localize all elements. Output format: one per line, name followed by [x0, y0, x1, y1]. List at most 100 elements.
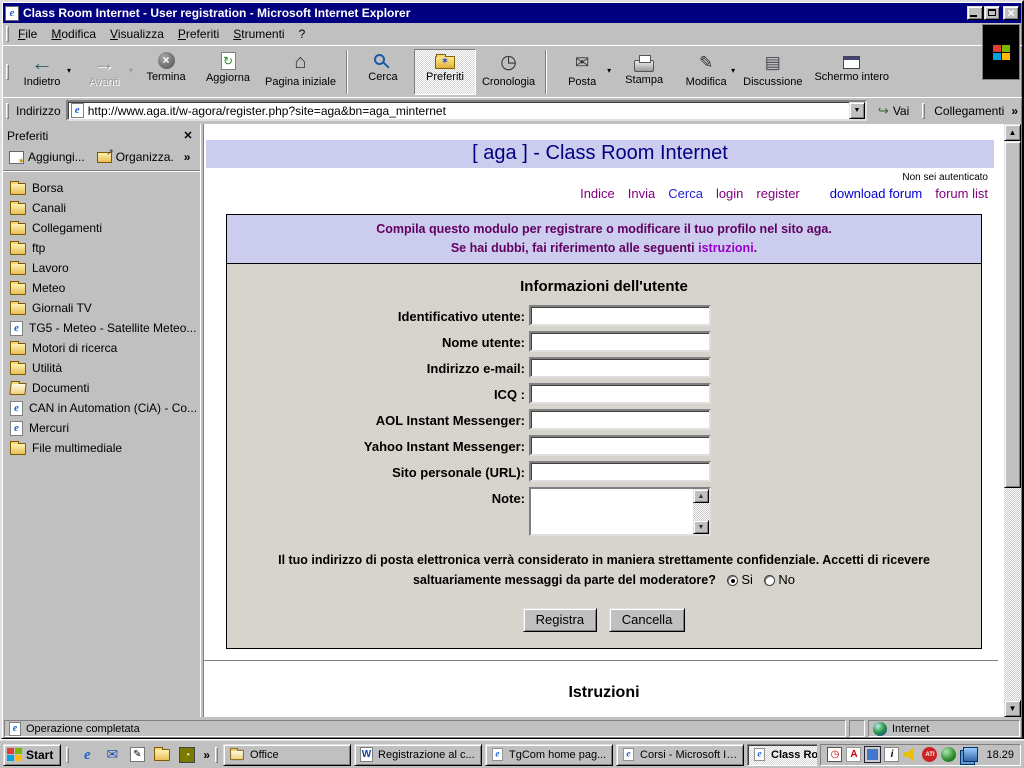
favorite-item-file-multimediale[interactable]: File multimediale [5, 438, 198, 458]
display-icon[interactable] [865, 747, 880, 762]
addressbar-grip[interactable] [6, 103, 9, 119]
textarea-scrollbar[interactable]: ▲ ▼ [693, 489, 709, 534]
menu-item-visualizza[interactable]: Visualizza [103, 24, 171, 44]
favorites-chevron-icon[interactable]: » [184, 150, 191, 164]
favorite-item-motori-di-ricerca[interactable]: Motori di ricerca [5, 338, 198, 358]
favorite-item-canali[interactable]: Canali [5, 198, 198, 218]
taskbar-task-class-room-in[interactable]: eClass Room In... [747, 744, 817, 766]
favorite-item-meteo[interactable]: Meteo [5, 278, 198, 298]
restore-button[interactable] [984, 6, 1000, 20]
links-grip[interactable] [922, 103, 925, 119]
close-button[interactable] [1003, 6, 1019, 20]
toolbar-button-discussione[interactable]: ▤Discussione [737, 49, 808, 95]
menu-item-strumenti[interactable]: Strumenti [226, 24, 291, 44]
registra-button[interactable]: Registra [523, 608, 597, 632]
note-textarea[interactable]: ▲ ▼ [529, 487, 711, 536]
favorite-item-borsa[interactable]: Borsa [5, 178, 198, 198]
nav-link-login[interactable]: login [716, 186, 743, 201]
outlook-express-icon[interactable]: ✉ [102, 745, 122, 765]
tasks-grip[interactable] [215, 747, 218, 763]
scrollbar-thumb[interactable] [1004, 141, 1021, 488]
toolbar-button-posta[interactable]: ✉Posta▾ [551, 49, 613, 95]
ie-icon[interactable]: e [77, 745, 97, 765]
input-aol-instant-messenger[interactable] [529, 409, 711, 430]
taskbar-task-office[interactable]: Office [223, 744, 351, 766]
toolbar-button-aggiorna[interactable]: ↻Aggiorna [197, 49, 259, 95]
address-dropdown-button[interactable]: ▼ [849, 102, 865, 119]
vertical-scrollbar[interactable]: ▲ ▼ [1004, 124, 1021, 717]
nav-link-cerca[interactable]: Cerca [668, 186, 703, 201]
folder-icon[interactable] [152, 745, 172, 765]
input-yahoo-instant-messenger[interactable] [529, 435, 711, 456]
menu-item-help[interactable]: ? [292, 24, 313, 44]
input-icq[interactable] [529, 383, 711, 404]
address-input[interactable]: e http://www.aga.it/w-agora/register.php… [66, 100, 867, 121]
toolbar-button-pagina-iniziale[interactable]: ⌂Pagina iniziale [259, 49, 342, 95]
input-indirizzo-e-mail[interactable] [529, 357, 711, 378]
pointer-icon[interactable]: i [884, 747, 899, 762]
acrobat-icon[interactable]: A [846, 747, 861, 762]
links-toolbar-label[interactable]: Collegamenti [932, 104, 1006, 118]
taskbar-grip[interactable] [66, 747, 69, 763]
favorites-close-button[interactable]: ✕ [180, 129, 196, 144]
menubar-grip[interactable] [6, 26, 9, 42]
volume-icon[interactable] [903, 747, 918, 762]
nav-link-register[interactable]: register [756, 186, 799, 201]
taskbar-task-registrazione-al-c[interactable]: WRegistrazione al c... [354, 744, 482, 766]
nav-link-forum-list[interactable]: forum list [935, 186, 988, 201]
toolbar-button-stampa[interactable]: Stampa [613, 49, 675, 95]
add-favorite-button[interactable]: Aggiungi... [7, 148, 87, 166]
links-chevron-icon[interactable]: » [1011, 104, 1018, 118]
dropdown-arrow-icon[interactable]: ▾ [129, 66, 133, 75]
scroll-down-icon[interactable]: ▼ [1004, 700, 1021, 717]
scroll-up-icon[interactable]: ▲ [1004, 124, 1021, 141]
toolbar-button-cronologia[interactable]: ◷Cronologia [476, 49, 541, 95]
favorite-item-lavoro[interactable]: Lavoro [5, 258, 198, 278]
task-scheduler-icon[interactable]: ◷ [827, 747, 842, 762]
toolbar-button-cerca[interactable]: Cerca [352, 49, 414, 95]
organize-favorites-button[interactable]: Organizza. [95, 148, 176, 166]
radio-si[interactable] [727, 575, 738, 586]
nav-link-invia[interactable]: Invia [628, 186, 655, 201]
istruzioni-link[interactable]: istruzioni [698, 241, 754, 255]
input-nome-utente[interactable] [529, 331, 711, 352]
nav-link-download-forum[interactable]: download forum [830, 186, 923, 201]
favorite-item-ftp[interactable]: ftp [5, 238, 198, 258]
ati-icon[interactable]: ATI [922, 747, 937, 762]
start-button[interactable]: Start [3, 744, 61, 766]
dropdown-arrow-icon[interactable]: ▾ [607, 66, 611, 75]
favorite-item-documenti[interactable]: Documenti [5, 378, 198, 398]
menu-item-file[interactable]: File [11, 24, 44, 44]
dropdown-arrow-icon[interactable]: ▾ [731, 66, 735, 75]
go-button[interactable]: ↪ Vai [872, 101, 915, 121]
taskbar-task-tgcom-home-pag[interactable]: eTgCom home pag... [485, 744, 613, 766]
input-sito-personale-url[interactable] [529, 461, 711, 482]
globe-icon[interactable] [941, 747, 956, 762]
favorite-item-mercuri[interactable]: eMercuri [5, 418, 198, 438]
quick-launch-chevron-icon[interactable]: » [203, 748, 210, 762]
channels-icon[interactable]: ◔ [177, 745, 197, 765]
minimize-button[interactable] [967, 6, 983, 20]
taskbar-task-corsi-microsoft-in[interactable]: eCorsi - Microsoft In... [616, 744, 744, 766]
toolbar-button-avanti[interactable]: →Avanti▾ [73, 49, 135, 95]
favorite-item-giornali-tv[interactable]: Giornali TV [5, 298, 198, 318]
toolbar-button-preferiti[interactable]: ✶Preferiti [414, 49, 476, 95]
input-identificativo-utente[interactable] [529, 305, 711, 326]
scroll-up-icon[interactable]: ▲ [693, 489, 709, 503]
toolbar-grip[interactable] [6, 64, 9, 80]
menu-item-preferiti[interactable]: Preferiti [171, 24, 226, 44]
favorite-item-can-in-automation-cia-co[interactable]: eCAN in Automation (CiA) - Co... [5, 398, 198, 418]
toolbar-button-modifica[interactable]: ✎Modifica▾ [675, 49, 737, 95]
toolbar-button-termina[interactable]: ×Termina [135, 49, 197, 95]
menu-item-modifica[interactable]: Modifica [44, 24, 103, 44]
favorite-item-collegamenti[interactable]: Collegamenti [5, 218, 198, 238]
nav-link-indice[interactable]: Indice [580, 186, 615, 201]
cancella-button[interactable]: Cancella [609, 608, 686, 632]
desktop-icon[interactable]: ✎ [127, 745, 147, 765]
favorite-item-utilit[interactable]: Utilità [5, 358, 198, 378]
toolbar-button-indietro[interactable]: ←Indietro▾ [11, 49, 73, 95]
toolbar-button-schermo-intero[interactable]: Schermo intero [808, 49, 895, 95]
scroll-down-icon[interactable]: ▼ [693, 520, 709, 534]
network-icon[interactable] [963, 747, 978, 762]
radio-no[interactable] [764, 575, 775, 586]
